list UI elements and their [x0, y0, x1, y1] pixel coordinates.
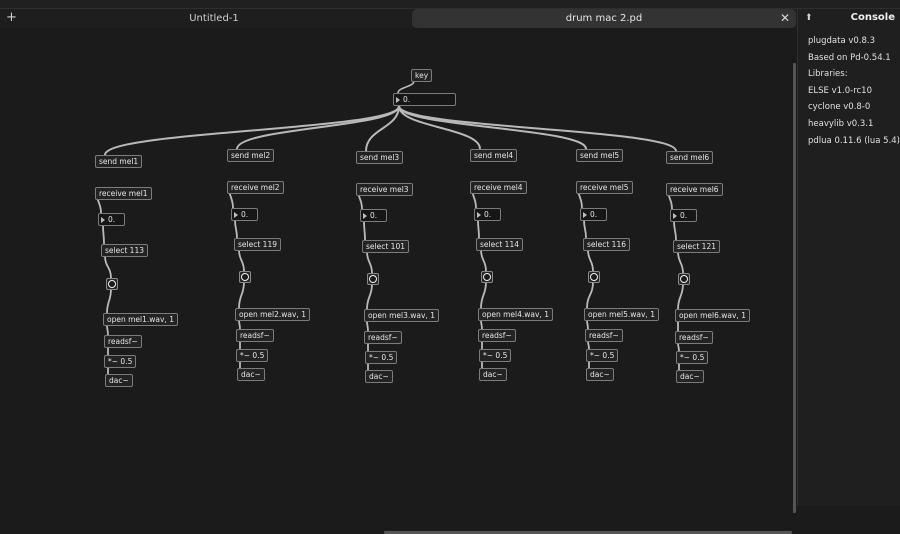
dac-object[interactable]: dac~: [237, 368, 265, 381]
receive-object[interactable]: receive mel5: [576, 181, 633, 194]
dac-object[interactable]: dac~: [586, 368, 614, 381]
readsf-object[interactable]: readsf~: [236, 329, 274, 342]
bang-button[interactable]: [239, 271, 251, 283]
window-top-bar: [0, 0, 900, 9]
send-object[interactable]: send mel3: [356, 151, 404, 164]
bang-button[interactable]: [106, 278, 118, 290]
bang-button[interactable]: [481, 271, 493, 283]
tab-label: drum mac 2.pd: [565, 13, 643, 24]
multiply-object[interactable]: *~ 0.5: [676, 351, 709, 364]
select-object[interactable]: select 119: [234, 238, 281, 251]
pin-icon[interactable]: ⬆: [805, 13, 813, 23]
send-object[interactable]: send mel4: [470, 149, 518, 162]
multiply-object[interactable]: *~ 0.5: [236, 349, 269, 362]
console-output: plugdata v0.8.3 Based on Pd-0.54.1 Libra…: [808, 33, 900, 149]
dac-object[interactable]: dac~: [365, 370, 393, 383]
bang-button[interactable]: [588, 271, 600, 283]
receive-object[interactable]: receive mel2: [227, 181, 284, 194]
number-box[interactable]: 0.: [670, 209, 697, 222]
open-message[interactable]: open mel2.wav, 1: [235, 308, 310, 321]
add-tab-button[interactable]: +: [6, 10, 17, 26]
dac-object[interactable]: dac~: [105, 374, 133, 387]
send-object[interactable]: send mel1: [95, 155, 143, 168]
dac-object[interactable]: dac~: [479, 368, 507, 381]
multiply-object[interactable]: *~ 0.5: [365, 351, 398, 364]
console-line: cyclone v0.8-0: [808, 102, 871, 113]
key-object[interactable]: key: [411, 69, 433, 82]
receive-object[interactable]: receive mel3: [356, 183, 413, 196]
number-box[interactable]: 0.: [580, 208, 607, 221]
select-object[interactable]: select 121: [673, 240, 720, 253]
tab-bar: Untitled-1 drum mac 2.pd ✕: [0, 9, 797, 28]
master-number-box[interactable]: 0.: [393, 93, 456, 106]
select-object[interactable]: select 114: [476, 238, 523, 251]
tab-untitled-1[interactable]: Untitled-1: [22, 9, 406, 28]
console-panel: ⬆ Console plugdata v0.8.3 Based on Pd-0.…: [797, 9, 900, 506]
console-line: plugdata v0.8.3: [808, 36, 876, 46]
multiply-object[interactable]: *~ 0.5: [586, 349, 619, 362]
send-object[interactable]: send mel2: [227, 149, 275, 162]
send-object[interactable]: send mel5: [576, 149, 624, 162]
open-message[interactable]: open mel6.wav, 1: [675, 309, 750, 322]
dac-object[interactable]: dac~: [676, 370, 704, 383]
open-message[interactable]: open mel3.wav, 1: [364, 309, 439, 322]
number-box[interactable]: 0.: [360, 209, 387, 222]
bang-button[interactable]: [678, 273, 690, 285]
receive-object[interactable]: receive mel4: [470, 181, 527, 194]
select-object[interactable]: select 116: [583, 238, 630, 251]
readsf-object[interactable]: readsf~: [675, 331, 713, 344]
number-box[interactable]: 0.: [231, 208, 258, 221]
readsf-object[interactable]: readsf~: [104, 335, 142, 348]
readsf-object[interactable]: readsf~: [364, 331, 402, 344]
number-box[interactable]: 0.: [98, 213, 125, 226]
vertical-scrollbar[interactable]: [793, 63, 796, 513]
select-object[interactable]: select 113: [101, 244, 148, 257]
open-message[interactable]: open mel4.wav, 1: [478, 308, 553, 321]
close-tab-icon[interactable]: ✕: [780, 9, 790, 28]
console-line: ELSE v1.0-rc10: [808, 85, 872, 96]
send-object[interactable]: send mel6: [666, 151, 714, 164]
console-line: Libraries:: [808, 69, 848, 80]
open-message[interactable]: open mel5.wav, 1: [584, 308, 659, 321]
console-line: pdlua 0.11.6 (lua 5.4): [808, 135, 900, 146]
receive-object[interactable]: receive mel1: [95, 187, 152, 200]
patch-canvas[interactable]: key 0. send mel1 receive mel1 0. select …: [0, 29, 797, 534]
select-object[interactable]: select 101: [362, 240, 409, 253]
console-line: heavylib v0.3.1: [808, 118, 874, 129]
multiply-object[interactable]: *~ 0.5: [479, 349, 512, 362]
receive-object[interactable]: receive mel6: [666, 183, 723, 196]
console-line: Based on Pd-0.54.1: [808, 52, 891, 63]
readsf-object[interactable]: readsf~: [478, 329, 516, 342]
bang-button[interactable]: [367, 273, 379, 285]
tab-drum-mac-2[interactable]: drum mac 2.pd ✕: [412, 9, 796, 28]
console-title: Console: [850, 12, 895, 23]
multiply-object[interactable]: *~ 0.5: [104, 355, 137, 368]
open-message[interactable]: open mel1.wav, 1: [103, 313, 178, 326]
readsf-object[interactable]: readsf~: [585, 329, 623, 342]
number-box[interactable]: 0.: [474, 208, 501, 221]
tab-label: Untitled-1: [189, 13, 239, 24]
